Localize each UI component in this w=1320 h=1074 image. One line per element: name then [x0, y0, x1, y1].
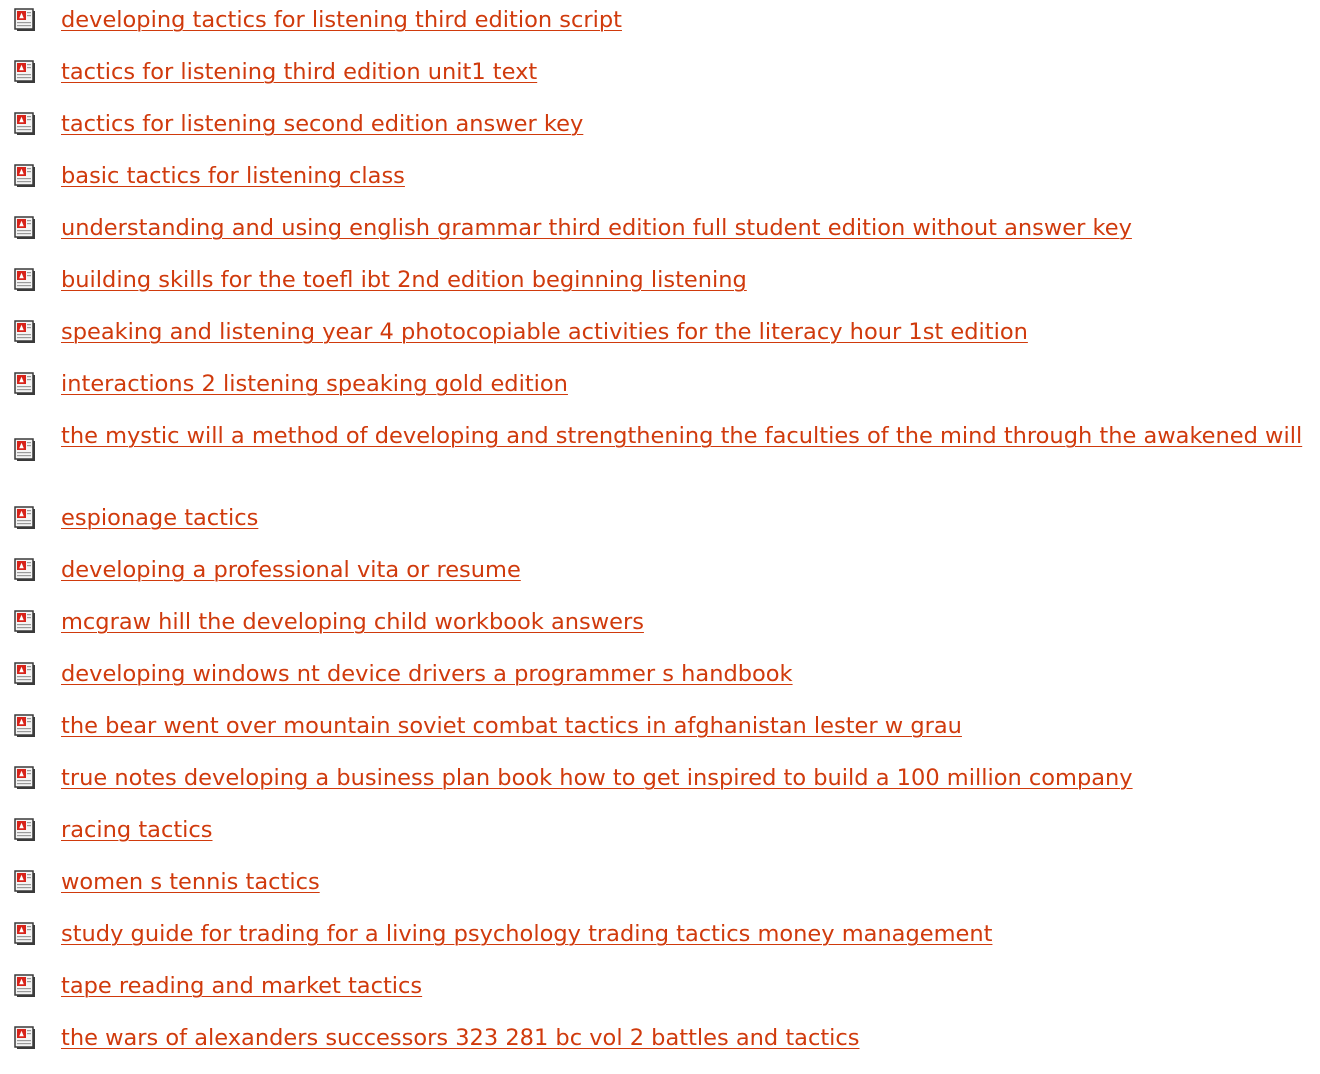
list-item: study guide for trading for a living psy…: [0, 918, 1320, 970]
list-item: speaking and listening year 4 photocopia…: [0, 316, 1320, 368]
pdf-document-icon: [13, 1026, 37, 1050]
list-item: basic tactics for listening class: [0, 160, 1320, 212]
pdf-document-icon: [13, 60, 37, 84]
pdf-link[interactable]: tactics for listening third edition unit…: [61, 56, 1308, 88]
pdf-link[interactable]: study guide for trading for a living psy…: [61, 918, 1308, 950]
pdf-link[interactable]: the bear went over mountain soviet comba…: [61, 710, 1308, 742]
list-item: tactics for listening second edition ans…: [0, 108, 1320, 160]
pdf-link[interactable]: developing a professional vita or resume: [61, 554, 1308, 586]
pdf-link[interactable]: building skills for the toefl ibt 2nd ed…: [61, 264, 1308, 296]
list-item: the wars of alexanders successors 323 28…: [0, 1022, 1320, 1074]
pdf-link-list: developing tactics for listening third e…: [0, 4, 1320, 1074]
pdf-link[interactable]: mcgraw hill the developing child workboo…: [61, 606, 1308, 638]
pdf-link[interactable]: women s tennis tactics: [61, 866, 1308, 898]
list-item: racing tactics: [0, 814, 1320, 866]
list-item: developing tactics for listening third e…: [0, 4, 1320, 56]
list-item: espionage tactics: [0, 502, 1320, 554]
pdf-document-icon: [13, 922, 37, 946]
pdf-document-icon: [13, 558, 37, 582]
pdf-link[interactable]: tactics for listening second edition ans…: [61, 108, 1308, 140]
pdf-document-icon: [13, 870, 37, 894]
pdf-document-icon: [13, 112, 37, 136]
pdf-document-icon: [13, 818, 37, 842]
list-item: the mystic will a method of developing a…: [0, 420, 1320, 502]
pdf-document-icon: [13, 268, 37, 292]
pdf-document-icon: [13, 610, 37, 634]
list-item: women s tennis tactics: [0, 866, 1320, 918]
pdf-link[interactable]: espionage tactics: [61, 502, 1308, 534]
pdf-link[interactable]: interactions 2 listening speaking gold e…: [61, 368, 1308, 400]
pdf-link[interactable]: understanding and using english grammar …: [61, 212, 1308, 244]
pdf-document-icon: [13, 662, 37, 686]
pdf-document-icon: [13, 974, 37, 998]
list-item: developing windows nt device drivers a p…: [0, 658, 1320, 710]
pdf-document-icon: [13, 506, 37, 530]
pdf-link[interactable]: developing windows nt device drivers a p…: [61, 658, 1308, 690]
pdf-document-icon: [13, 216, 37, 240]
pdf-document-icon: [13, 766, 37, 790]
pdf-link[interactable]: developing tactics for listening third e…: [61, 4, 1308, 36]
list-item: true notes developing a business plan bo…: [0, 762, 1320, 814]
pdf-link[interactable]: the mystic will a method of developing a…: [61, 420, 1308, 452]
list-item: tactics for listening third edition unit…: [0, 56, 1320, 108]
list-item: building skills for the toefl ibt 2nd ed…: [0, 264, 1320, 316]
pdf-document-icon: [13, 164, 37, 188]
list-item: the bear went over mountain soviet comba…: [0, 710, 1320, 762]
list-item: understanding and using english grammar …: [0, 212, 1320, 264]
pdf-document-icon: [13, 714, 37, 738]
pdf-link[interactable]: true notes developing a business plan bo…: [61, 762, 1308, 794]
pdf-document-icon: [13, 320, 37, 344]
list-item: tape reading and market tactics: [0, 970, 1320, 1022]
pdf-link[interactable]: speaking and listening year 4 photocopia…: [61, 316, 1308, 348]
pdf-link[interactable]: racing tactics: [61, 814, 1308, 846]
pdf-link[interactable]: the wars of alexanders successors 323 28…: [61, 1022, 1308, 1054]
pdf-link[interactable]: tape reading and market tactics: [61, 970, 1308, 1002]
pdf-document-icon: [13, 372, 37, 396]
list-item: developing a professional vita or resume: [0, 554, 1320, 606]
list-item: interactions 2 listening speaking gold e…: [0, 368, 1320, 420]
list-item: mcgraw hill the developing child workboo…: [0, 606, 1320, 658]
pdf-document-icon: [13, 438, 37, 462]
pdf-document-icon: [13, 8, 37, 32]
pdf-link[interactable]: basic tactics for listening class: [61, 160, 1308, 192]
